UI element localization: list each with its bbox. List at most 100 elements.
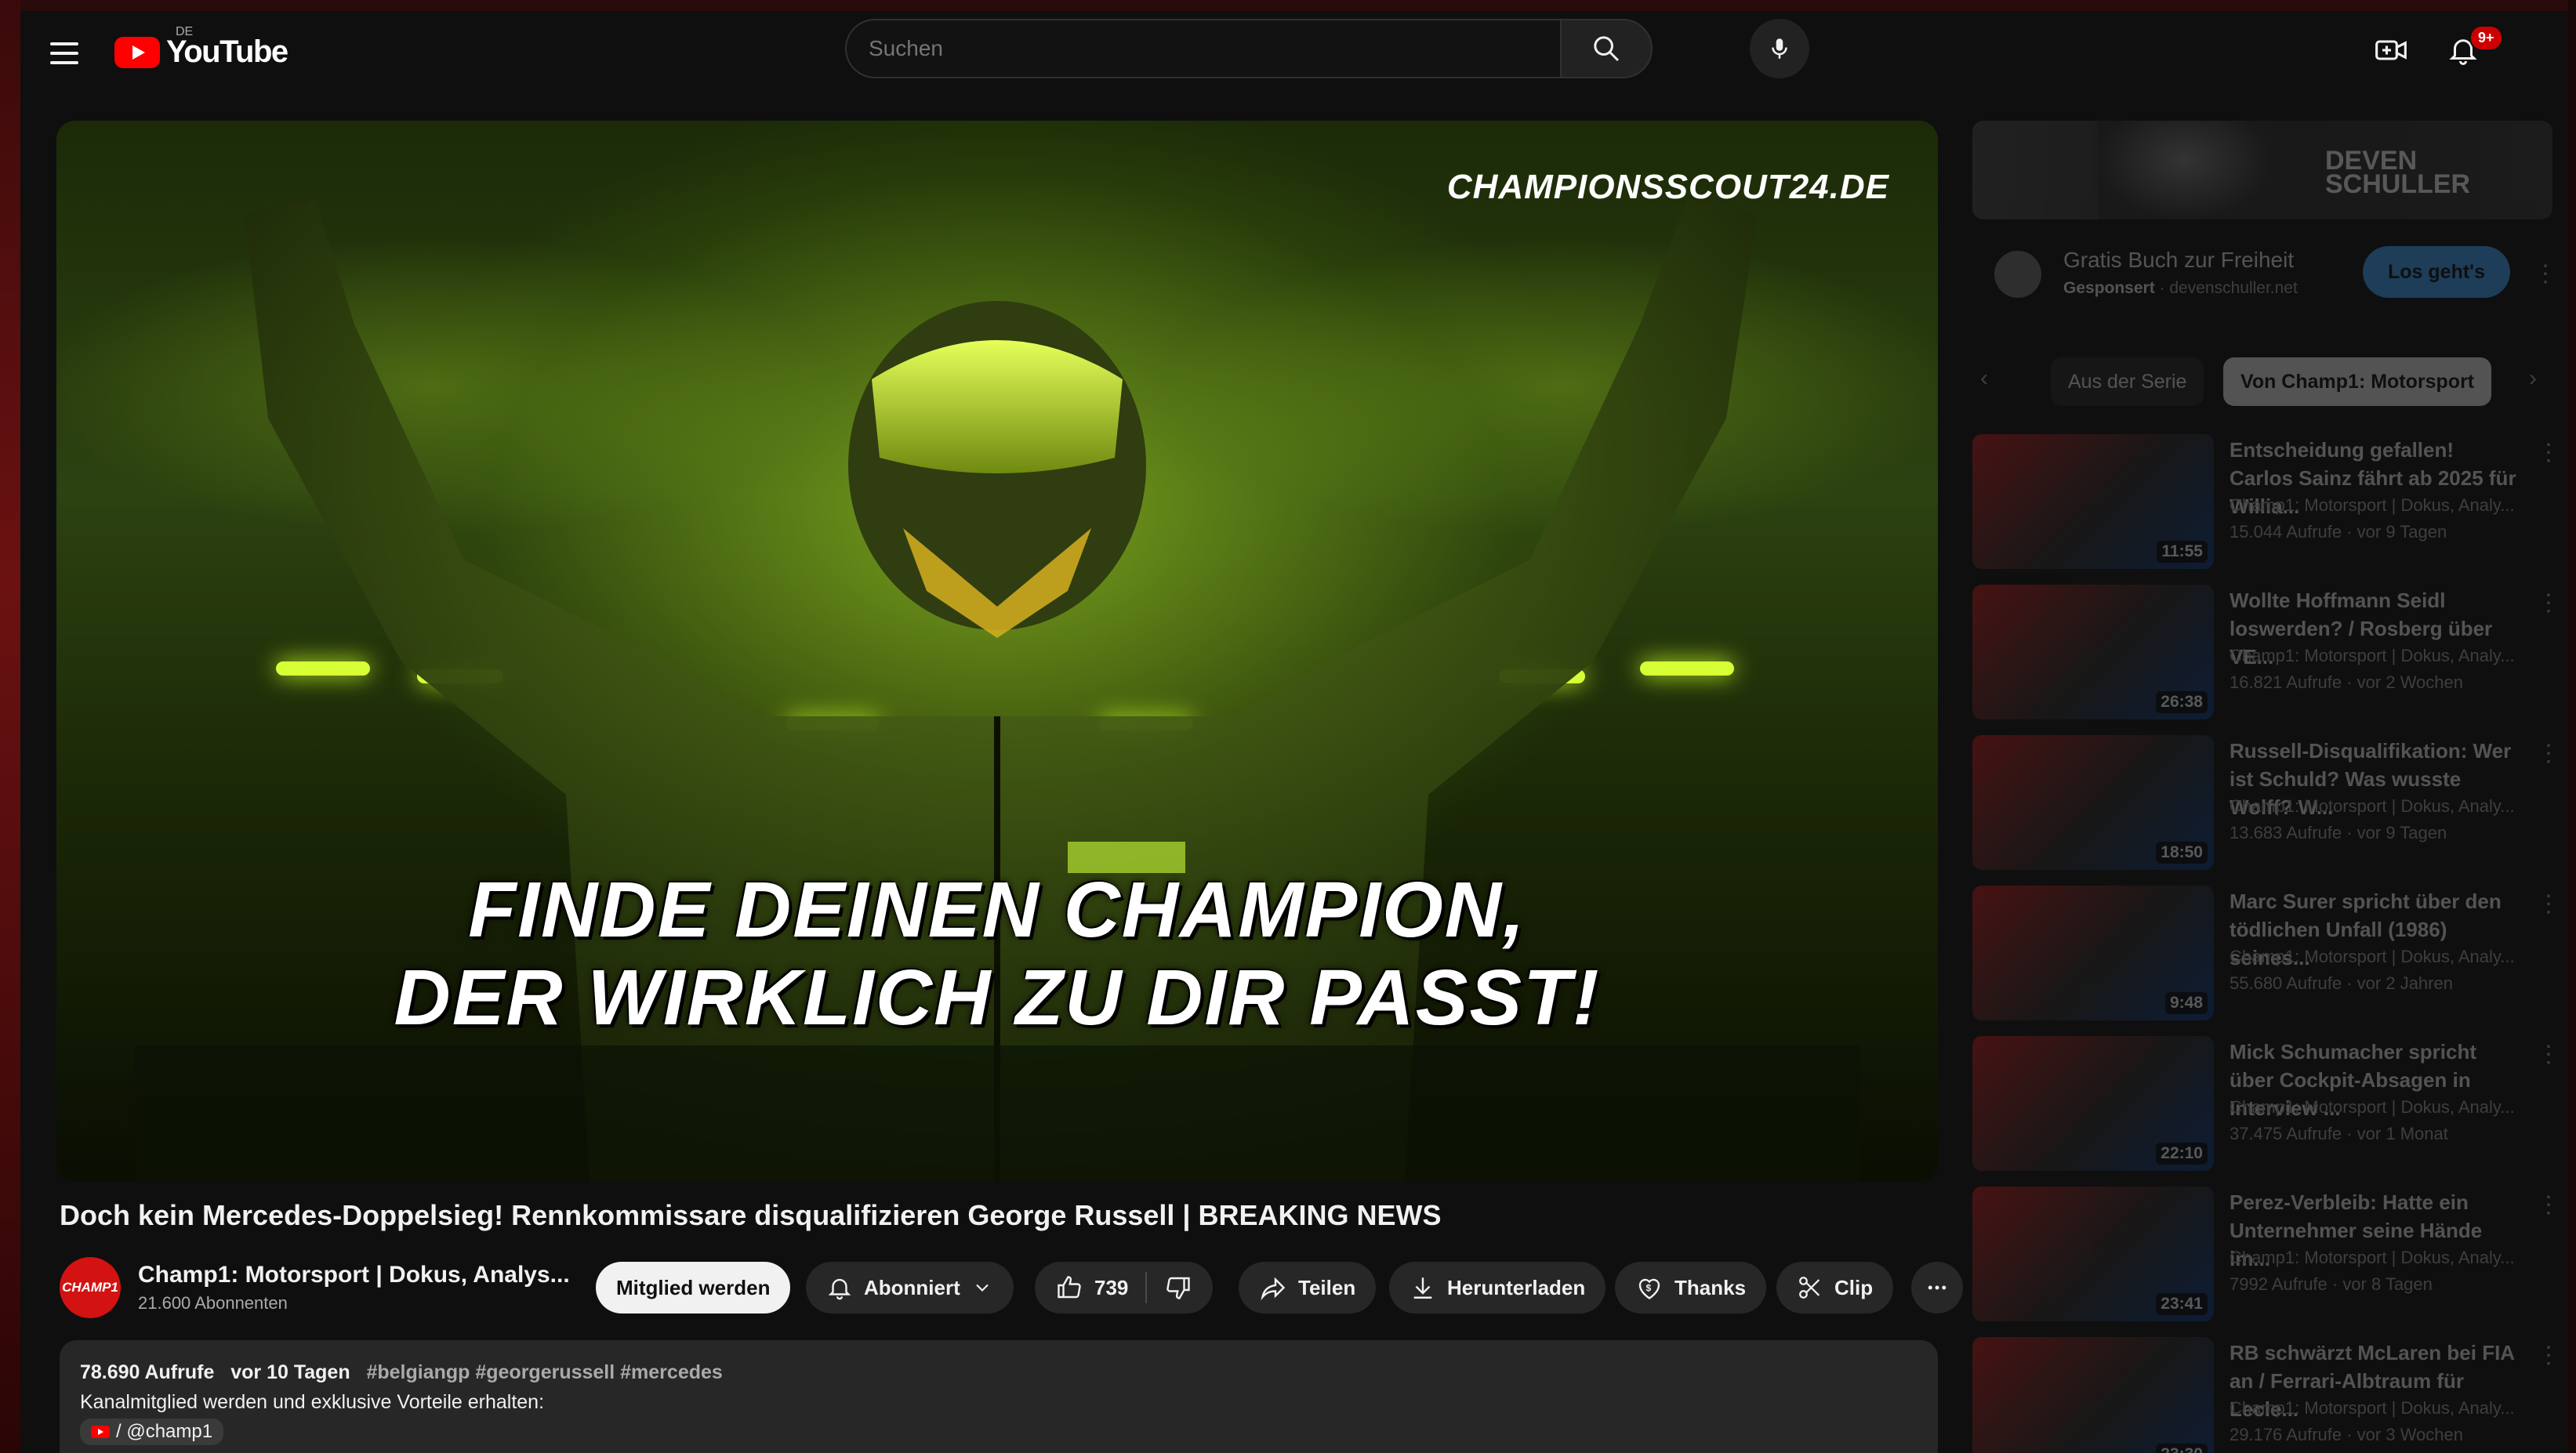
recommendation-channel[interactable]: Champ1: Motorsport | Dokus, Analy... <box>2230 495 2515 516</box>
recommendation-channel[interactable]: Champ1: Motorsport | Dokus, Analy... <box>2230 1248 2515 1268</box>
thumbs-up-icon[interactable] <box>1055 1274 1083 1302</box>
country-code: DE <box>176 25 194 38</box>
ad-brand-watermark: CHAMPIONSSCOUT24.DE <box>1446 168 1889 206</box>
channel-name[interactable]: Champ1: Motorsport | Dokus, Analys... <box>138 1262 570 1288</box>
more-actions-button[interactable] <box>1911 1262 1963 1313</box>
like-divider <box>1145 1272 1148 1303</box>
more-horizontal-icon <box>1928 1285 1947 1290</box>
more-options-icon[interactable]: ⋮ <box>2537 439 2560 466</box>
recommendation-meta: 13.683 Aufrufe · vor 9 Tagen <box>2230 823 2447 842</box>
video-player[interactable]: CHAMPIONSSCOUT24.DE FINDE DEINEN CHAMPIO… <box>56 121 1938 1182</box>
video-thumbnail[interactable]: 22:10 <box>1972 1036 2214 1171</box>
background-edge-right <box>2568 0 2576 1453</box>
chevron-left-icon[interactable]: ‹ <box>1980 365 1988 392</box>
more-options-icon[interactable]: ⋮ <box>2537 1342 2560 1369</box>
recommendation-meta: 16.821 Aufrufe · vor 2 Wochen <box>2230 672 2463 692</box>
notification-count-badge: 9+ <box>2469 25 2503 51</box>
thanks-heart-dollar-icon: $ <box>1638 1278 1660 1299</box>
ad-brand-name: DEVEN SCHULLER <box>2325 146 2471 199</box>
voice-search-button[interactable] <box>1750 19 1809 78</box>
share-label: Teilen <box>1298 1275 1356 1299</box>
description-box[interactable]: 78.690 Aufrufe vor 10 Tagen #belgiangp #… <box>60 1340 1938 1453</box>
youtube-mini-icon <box>91 1426 110 1438</box>
subscribed-button[interactable]: Abonniert <box>806 1262 1014 1313</box>
video-duration: 23:30 <box>2156 1444 2208 1453</box>
description-text: Kanalmitglied werden und exklusive Vorte… <box>80 1391 545 1413</box>
video-thumbnail[interactable]: 9:48 <box>1972 886 2214 1020</box>
video-thumbnail[interactable]: 18:50 <box>1972 735 2214 870</box>
scissors-icon <box>1799 1277 1820 1299</box>
youtube-logo[interactable]: YouTube <box>114 34 288 70</box>
more-options-icon[interactable]: ⋮ <box>2537 740 2560 767</box>
microphone-icon <box>1772 38 1787 59</box>
thanks-button[interactable]: $ Thanks <box>1615 1262 1767 1313</box>
video-duration: 26:38 <box>2156 691 2208 713</box>
chevron-right-icon[interactable]: › <box>2529 365 2537 392</box>
video-duration: 22:10 <box>2156 1143 2208 1165</box>
hamburger-menu-icon[interactable] <box>44 33 85 74</box>
video-thumbnail[interactable]: 23:41 <box>1972 1187 2214 1321</box>
ad-cta-button[interactable]: Los geht's <box>2363 246 2511 298</box>
upload-age: vor 10 Tagen <box>230 1361 350 1383</box>
subscriber-count: 21.600 Abonnenten <box>138 1293 288 1313</box>
recommendation-channel[interactable]: Champ1: Motorsport | Dokus, Analy... <box>2230 947 2515 967</box>
create-video-button[interactable] <box>2369 28 2413 72</box>
ad-domain: · devenschuller.net <box>2159 279 2298 297</box>
search-button[interactable] <box>1560 19 1653 78</box>
ad-title[interactable]: Gratis Buch zur Freiheit <box>2063 248 2294 273</box>
search-input[interactable] <box>845 19 1560 78</box>
youtube-play-icon <box>114 36 160 68</box>
channel-avatar[interactable]: CHAMP1 <box>60 1257 121 1318</box>
more-options-icon[interactable]: ⋮ <box>2537 1191 2560 1219</box>
channel-handle-link[interactable]: / @champ1 <box>80 1419 224 1445</box>
hashtags[interactable]: #belgiangp #georgerussell #mercedes <box>366 1361 722 1383</box>
recommendation-item[interactable]: 11:55 Entscheidung gefallen! Carlos Sain… <box>1972 434 2560 569</box>
youtube-watch-page: YouTube DE 9+ <box>20 11 2568 1453</box>
chip-channel[interactable]: Von Champ1: Motorsport <box>2223 357 2492 406</box>
advertiser-avatar <box>1994 251 2041 298</box>
recommendation-item[interactable]: 22:10 Mick Schumacher spricht über Cockp… <box>1972 1036 2560 1171</box>
video-duration: 9:48 <box>2164 992 2208 1014</box>
video-thumbnail[interactable]: 26:38 <box>1972 585 2214 719</box>
sponsored-banner[interactable]: DEVEN SCHULLER <box>1972 121 2552 219</box>
recommendation-channel[interactable]: Champ1: Motorsport | Dokus, Analy... <box>2230 1097 2515 1118</box>
search-box <box>845 19 1653 78</box>
channel-action-row: CHAMP1 Champ1: Motorsport | Dokus, Analy… <box>60 1257 1963 1320</box>
chip-series[interactable]: Aus der Serie <box>2051 357 2204 406</box>
ad-more-icon[interactable]: ⋮ <box>2534 260 2557 288</box>
video-thumbnail[interactable]: 11:55 <box>1972 434 2214 569</box>
ad-headline-line1: FINDE DEINEN CHAMPION, <box>468 866 1526 954</box>
recommendation-meta: 7992 Aufrufe · vor 8 Tagen <box>2230 1274 2433 1294</box>
more-options-icon[interactable]: ⋮ <box>2537 890 2560 918</box>
like-dislike-group: 739 <box>1035 1262 1214 1313</box>
download-label: Herunterladen <box>1447 1275 1586 1299</box>
thumbs-down-icon[interactable] <box>1164 1274 1192 1302</box>
recommendation-channel[interactable]: Champ1: Motorsport | Dokus, Analy... <box>2230 796 2515 817</box>
view-count: 78.690 Aufrufe <box>80 1361 215 1383</box>
more-options-icon[interactable]: ⋮ <box>2537 1041 2560 1068</box>
logo-text: YouTube <box>166 34 288 69</box>
recommendation-channel[interactable]: Champ1: Motorsport | Dokus, Analy... <box>2230 646 2515 666</box>
masthead: YouTube DE 9+ <box>20 11 2568 105</box>
clip-button[interactable]: Clip <box>1776 1262 1894 1313</box>
ad-portrait-image <box>2098 121 2270 219</box>
video-thumbnail[interactable]: 23:30 <box>1972 1337 2214 1453</box>
recommendation-item[interactable]: 23:30 RB schwärzt McLaren bei FIA an / F… <box>1972 1337 2560 1453</box>
background-edge-top <box>0 0 2576 11</box>
more-options-icon[interactable]: ⋮ <box>2537 589 2560 617</box>
recommendation-channel[interactable]: Champ1: Motorsport | Dokus, Analy... <box>2230 1398 2515 1419</box>
video-duration: 11:55 <box>2157 541 2208 563</box>
join-button[interactable]: Mitglied werden <box>596 1262 791 1313</box>
secondary-sidebar: DEVEN SCHULLER Gratis Buch zur Freiheit … <box>1972 121 2560 1453</box>
share-arrow-icon <box>1261 1277 1286 1301</box>
recommendation-item[interactable]: 23:41 Perez-Verbleib: Hatte ein Unterneh… <box>1972 1187 2560 1321</box>
like-count[interactable]: 739 <box>1094 1276 1128 1300</box>
description-meta-line: 78.690 Aufrufe vor 10 Tagen #belgiangp #… <box>80 1357 1917 1387</box>
download-button[interactable]: Herunterladen <box>1389 1262 1606 1313</box>
recommendation-item[interactable]: 26:38 Wollte Hoffmann Seidl loswerden? /… <box>1972 585 2560 719</box>
recommendation-item[interactable]: 9:48 Marc Surer spricht über den tödlich… <box>1972 886 2560 1020</box>
recommendation-item[interactable]: 18:50 Russell-Disqualifikation: Wer ist … <box>1972 735 2560 870</box>
share-button[interactable]: Teilen <box>1239 1262 1377 1313</box>
video-add-icon <box>2375 40 2407 60</box>
show-more-link[interactable]: ...mehr <box>80 1447 1917 1453</box>
